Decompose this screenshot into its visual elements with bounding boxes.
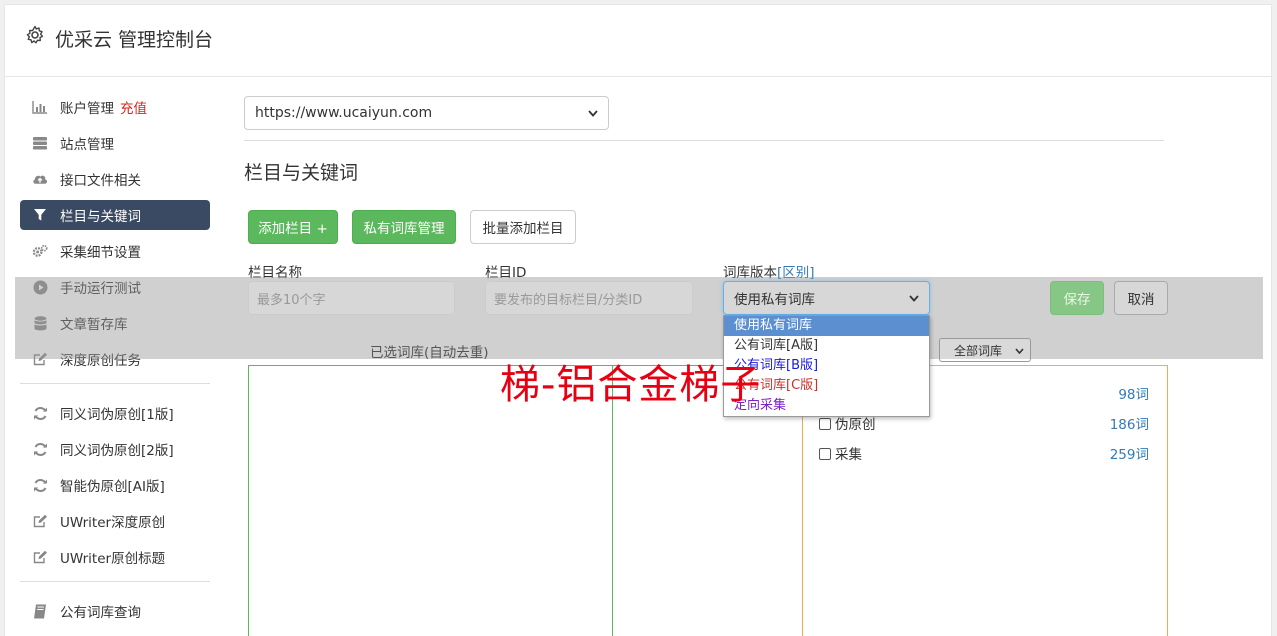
gear-icon — [26, 25, 44, 44]
library-name: 伪原创 — [835, 417, 876, 433]
lib-filter-value: 全部词库 — [954, 343, 1003, 358]
sidebar-item-collection-settings[interactable]: 采集细节设置 — [20, 236, 210, 266]
app-title: 优采云 管理控制台 — [55, 29, 214, 51]
sidebar-item-label: 站点管理 — [60, 137, 114, 153]
bar-chart-icon — [32, 99, 48, 115]
sidebar-item-uwriter-deep[interactable]: UWriter深度原创 — [20, 506, 210, 536]
edit-icon — [32, 513, 48, 529]
library-name: 采集 — [835, 447, 862, 463]
private-lib-button[interactable]: 私有词库管理 — [352, 210, 456, 244]
library-count: 98词 — [1118, 387, 1149, 403]
sidebar-item-label: 智能伪原创[AI版] — [60, 479, 165, 495]
site-select-value: https://www.ucaiyun.com — [255, 105, 433, 121]
sidebar-item-label: 接口文件相关 — [60, 173, 141, 189]
recharge-link[interactable]: 充值 — [120, 97, 147, 117]
sidebar-item-interface-files[interactable]: 接口文件相关 — [20, 164, 210, 194]
sidebar-item-account[interactable]: 账户管理 充值 — [20, 92, 210, 122]
sidebar-item-label: 采集细节设置 — [60, 245, 141, 261]
selected-libs-label: 已选词库(自动去重) — [370, 345, 489, 361]
sidebar-item-sites[interactable]: 站点管理 — [20, 128, 210, 158]
cloud-upload-icon — [32, 171, 48, 187]
library-checkbox[interactable] — [819, 418, 831, 430]
refresh-icon — [32, 405, 48, 421]
page-title: 栏目与关键词 — [244, 162, 359, 184]
sidebar-item-synonym-v1[interactable]: 同义词伪原创[1版] — [20, 398, 210, 428]
watermark-text: 梯-铝合金梯子 — [500, 362, 762, 408]
library-count: 186词 — [1109, 417, 1149, 433]
site-select[interactable]: https://www.ucaiyun.com — [244, 96, 609, 130]
column-name-input[interactable]: 最多10个字 — [248, 281, 455, 315]
sidebar-divider — [20, 581, 210, 582]
page-header: 优采云 管理控制台 — [5, 5, 1271, 77]
sidebar-item-label: 同义词伪原创[1版] — [60, 407, 174, 423]
add-column-button[interactable]: 添加栏目 + — [248, 210, 338, 244]
chevron-down-icon — [909, 290, 919, 306]
cogs-icon — [32, 243, 48, 259]
column-id-input[interactable]: 要发布的目标栏目/分类ID — [485, 281, 693, 315]
book-icon — [32, 603, 48, 619]
sidebar-item-label: 公有词库查询 — [60, 605, 141, 621]
refresh-icon — [32, 477, 48, 493]
chevron-down-icon — [1015, 343, 1024, 357]
sidebar-item-label: 账户管理 — [60, 101, 114, 117]
save-button[interactable]: 保存 — [1050, 281, 1104, 315]
cancel-button[interactable]: 取消 — [1114, 281, 1168, 315]
lib-version-value: 使用私有词库 — [734, 292, 815, 308]
sidebar-item-label: 同义词伪原创[2版] — [60, 443, 174, 459]
lib-filter-select[interactable]: 全部词库 — [939, 338, 1031, 362]
dropdown-option[interactable]: 使用私有词库 — [724, 316, 929, 336]
sidebar-item-uwriter-title[interactable]: UWriter原创标题 — [20, 542, 210, 572]
library-checkbox[interactable] — [819, 448, 831, 460]
edit-icon — [32, 549, 48, 565]
library-count: 259词 — [1109, 447, 1149, 463]
sidebar-item-ai-rewrite[interactable]: 智能伪原创[AI版] — [20, 470, 210, 500]
batch-add-button[interactable]: 批量添加栏目 — [470, 210, 576, 244]
sidebar-item-public-lib-query[interactable]: 公有词库查询 — [20, 596, 210, 626]
divider — [244, 140, 1164, 141]
sidebar: 账户管理 充值 站点管理 接口文件相关 栏目与关键词 采集细节设置 手动运行测试… — [20, 92, 210, 632]
sidebar-item-columns-keywords[interactable]: 栏目与关键词 — [20, 200, 210, 230]
refresh-icon — [32, 441, 48, 457]
sidebar-divider — [20, 383, 210, 384]
sidebar-item-label: UWriter深度原创 — [60, 515, 166, 531]
sidebar-item-synonym-v2[interactable]: 同义词伪原创[2版] — [20, 434, 210, 464]
library-row[interactable]: 采集 259词 — [819, 443, 1149, 463]
chevron-down-icon — [588, 105, 598, 121]
filter-icon — [32, 207, 48, 223]
server-icon — [32, 135, 48, 151]
library-label: 采集 — [819, 443, 862, 463]
lib-version-select[interactable]: 使用私有词库 — [723, 281, 930, 315]
sidebar-item-label: 栏目与关键词 — [60, 209, 141, 225]
sidebar-item-label: UWriter原创标题 — [60, 551, 166, 567]
